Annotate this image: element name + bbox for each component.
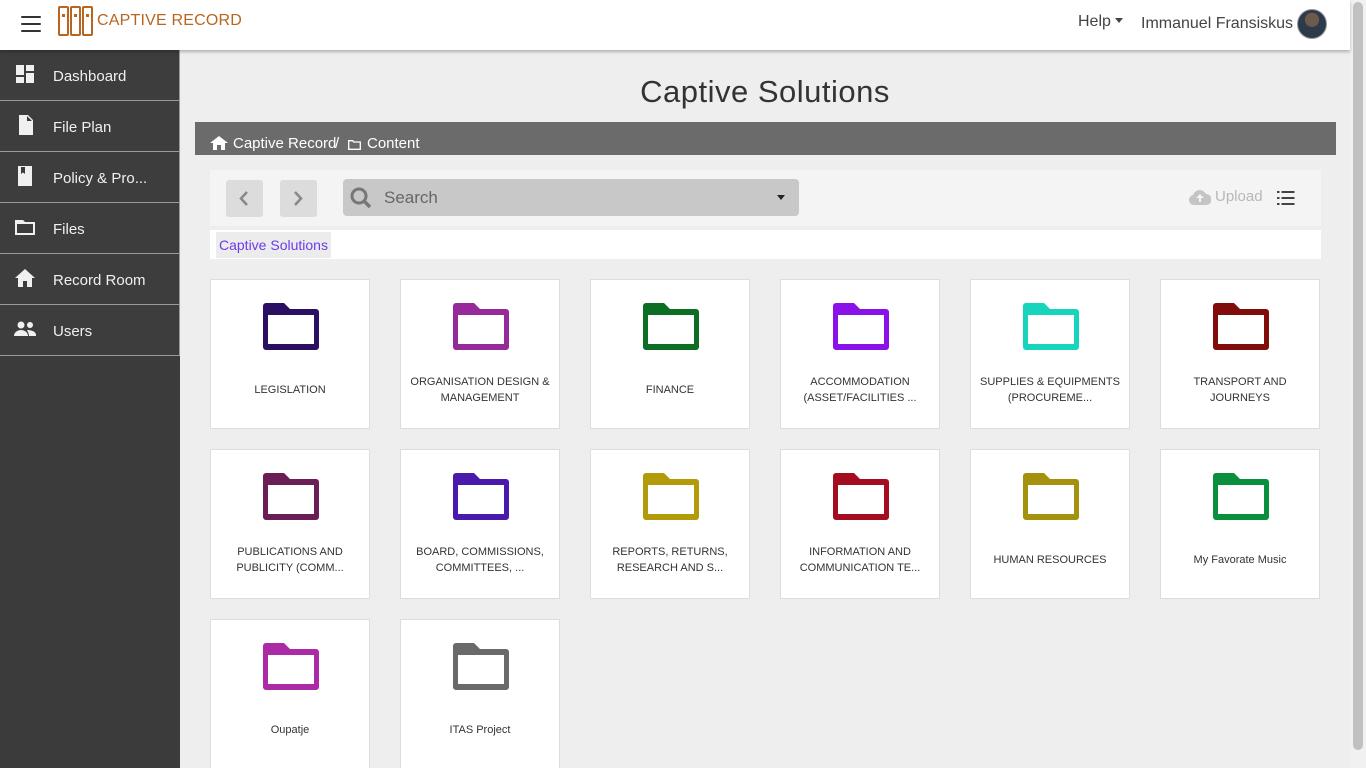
folder-icon [1023, 303, 1079, 350]
folder-icon [643, 303, 699, 350]
app-title: CAPTIVE RECORD [97, 12, 243, 29]
folder-card[interactable]: My Favorate Music [1160, 449, 1320, 599]
sidebar-item-policy[interactable]: Policy & Pro... [0, 152, 180, 203]
folder-icon [263, 303, 319, 350]
folder-name: HUMAN RESOURCES [993, 554, 1107, 566]
folder-card[interactable]: LEGISLATION [210, 279, 370, 429]
book-icon [18, 166, 32, 186]
folder-name: INFORMATION AND COMMUNICATION TE... [799, 546, 921, 574]
folder-card[interactable]: ACCOMMODATION (ASSET/FACILITIES ... [780, 279, 940, 429]
folder-icon [348, 140, 361, 150]
sidebar-item-users[interactable]: Users [0, 305, 180, 356]
folder-name: ORGANISATION DESIGN & MANAGEMENT [410, 376, 550, 404]
sidebar-item-files[interactable]: Files [0, 203, 180, 254]
list-view-icon[interactable] [1277, 190, 1295, 206]
folder-name: BOARD, COMMISSIONS, COMMITTEES, ... [416, 546, 544, 574]
folder-name: TRANSPORT AND JOURNEYS [1193, 376, 1287, 404]
folder-card[interactable]: ORGANISATION DESIGN & MANAGEMENT [400, 279, 560, 429]
page-title: Captive Solutions [640, 74, 890, 109]
breadcrumb-current[interactable]: Content [367, 135, 420, 152]
sidebar: Dashboard File Plan Policy & Pro... File… [0, 50, 180, 768]
path-chip[interactable]: Captive Solutions [216, 232, 331, 258]
folder-card[interactable]: SUPPLIES & EQUIPMENTS (PROCUREME... [970, 279, 1130, 429]
folder-icon [15, 220, 35, 235]
folder-icon [1213, 473, 1269, 520]
back-button[interactable] [226, 180, 263, 217]
app-logo[interactable]: CAPTIVE RECORD [58, 6, 242, 36]
toolbar: Search Upload [210, 170, 1321, 226]
caret-down-icon[interactable] [777, 195, 785, 200]
top-bar: CAPTIVE RECORD Help Immanuel Fransiskus [0, 0, 1350, 50]
search-icon [350, 187, 372, 209]
folder-card[interactable]: REPORTS, RETURNS, RESEARCH AND S... [590, 449, 750, 599]
upload-button[interactable]: Upload [1189, 188, 1263, 205]
folder-icon [263, 473, 319, 520]
folder-icon [453, 473, 509, 520]
folder-icon [833, 473, 889, 520]
breadcrumb: Captive Record / Content [195, 122, 1336, 155]
sidebar-item-label: Record Room [53, 272, 146, 289]
chevron-right-icon [294, 191, 303, 206]
folder-card[interactable]: ITAS Project [400, 619, 560, 768]
folder-name: LEGISLATION [254, 384, 326, 396]
path-bar: Captive Solutions [210, 230, 1321, 259]
dashboard-icon [16, 65, 34, 83]
scrollbar[interactable] [1350, 0, 1366, 768]
caret-down-icon [1114, 18, 1123, 23]
help-menu[interactable]: Help [1078, 13, 1123, 31]
folder-card[interactable]: HUMAN RESOURCES [970, 449, 1130, 599]
home-icon [210, 136, 228, 150]
forward-button[interactable] [280, 180, 317, 217]
folder-name: ACCOMMODATION (ASSET/FACILITIES ... [803, 376, 917, 404]
folder-icon [1023, 473, 1079, 520]
folder-card[interactable]: FINANCE [590, 279, 750, 429]
breadcrumb-root[interactable]: Captive Record [233, 135, 336, 152]
sidebar-item-label: File Plan [53, 119, 112, 136]
sidebar-item-label: Files [53, 221, 85, 238]
folder-name: PUBLICATIONS AND PUBLICITY (COMM... [236, 546, 344, 574]
folder-icon [453, 643, 509, 690]
home-icon [15, 269, 35, 287]
cloud-upload-icon [1189, 189, 1211, 205]
folder-card[interactable]: BOARD, COMMISSIONS, COMMITTEES, ... [400, 449, 560, 599]
sidebar-item-label: Dashboard [53, 68, 127, 85]
sidebar-item-file-plan[interactable]: File Plan [0, 101, 180, 152]
folder-name: My Favorate Music [1193, 554, 1287, 566]
help-label: Help [1078, 13, 1111, 30]
folder-icon [643, 473, 699, 520]
folder-name: Oupatje [270, 724, 310, 736]
upload-label: Upload [1215, 188, 1263, 205]
sidebar-item-dashboard[interactable]: Dashboard [0, 50, 180, 101]
folder-icon [453, 303, 509, 350]
search-input[interactable]: Search [343, 179, 799, 216]
menu-icon[interactable] [21, 16, 41, 32]
folder-card[interactable]: TRANSPORT AND JOURNEYS [1160, 279, 1320, 429]
folder-card[interactable]: Oupatje [210, 619, 370, 768]
sidebar-item-record-room[interactable]: Record Room [0, 254, 180, 305]
avatar[interactable] [1297, 9, 1327, 39]
scrollbar-thumb[interactable] [1353, 2, 1363, 750]
breadcrumb-separator: / [335, 135, 340, 152]
user-name[interactable]: Immanuel Fransiskus [1141, 15, 1293, 33]
folder-name: REPORTS, RETURNS, RESEARCH AND S... [612, 546, 728, 574]
folder-icon [1213, 303, 1269, 350]
folder-name: ITAS Project [449, 724, 511, 736]
folder-icon [833, 303, 889, 350]
search-placeholder: Search [384, 188, 438, 207]
sidebar-item-label: Policy & Pro... [53, 170, 148, 187]
chevron-left-icon [239, 191, 248, 206]
folder-card[interactable]: PUBLICATIONS AND PUBLICITY (COMM... [210, 449, 370, 599]
users-icon [14, 321, 36, 336]
folder-card[interactable]: INFORMATION AND COMMUNICATION TE... [780, 449, 940, 599]
folder-icon [263, 643, 319, 690]
archive-logo-icon [58, 6, 93, 36]
folder-name: FINANCE [645, 384, 695, 396]
file-icon [19, 115, 33, 135]
folder-name: SUPPLIES & EQUIPMENTS (PROCUREME... [980, 376, 1120, 404]
sidebar-item-label: Users [53, 323, 93, 340]
